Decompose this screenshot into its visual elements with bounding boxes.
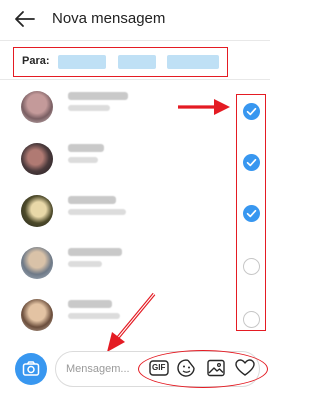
avatar xyxy=(21,91,53,123)
contact-username-redacted xyxy=(68,105,110,111)
recipients-highlight-box: Para: xyxy=(13,47,228,77)
sticker-icon xyxy=(177,359,195,377)
avatar xyxy=(21,247,53,279)
page-title: Nova mensagem xyxy=(52,10,166,27)
recipients-row: Para: xyxy=(0,40,270,80)
contact-username-redacted xyxy=(68,313,120,319)
avatar xyxy=(21,143,53,175)
contact-row[interactable] xyxy=(0,292,235,344)
back-button[interactable] xyxy=(12,7,38,31)
gif-label: GIF xyxy=(152,363,166,372)
checkmark-icon xyxy=(246,158,257,167)
contact-name-redacted xyxy=(68,144,104,152)
checkmark-icon xyxy=(246,107,257,116)
arrow-left-icon xyxy=(15,11,35,27)
contact-row[interactable] xyxy=(0,240,235,292)
contact-row[interactable] xyxy=(0,136,235,188)
app-header: Nova mensagem xyxy=(0,0,270,38)
gallery-button[interactable] xyxy=(206,359,226,377)
like-button[interactable] xyxy=(235,359,255,377)
contact-name-redacted xyxy=(68,92,128,100)
gallery-icon xyxy=(207,359,225,377)
contact-username-redacted xyxy=(68,261,102,267)
recipients-label: Para: xyxy=(22,55,50,67)
contact-row[interactable] xyxy=(0,188,235,240)
contact-name-redacted xyxy=(68,248,122,256)
recipient-chip[interactable] xyxy=(58,55,106,69)
recipient-chip[interactable] xyxy=(118,55,156,69)
camera-button[interactable] xyxy=(15,353,47,385)
select-checkbox[interactable] xyxy=(243,103,260,120)
heart-icon xyxy=(235,359,255,376)
gif-button[interactable]: GIF xyxy=(149,359,169,377)
message-placeholder: Mensagem... xyxy=(66,363,130,375)
avatar xyxy=(21,299,53,331)
contact-name-redacted xyxy=(68,196,116,204)
select-checkbox[interactable] xyxy=(243,311,260,328)
contact-username-redacted xyxy=(68,209,126,215)
recipient-chip[interactable] xyxy=(167,55,219,69)
message-composer: Mensagem... GIF xyxy=(0,345,270,400)
select-checkbox[interactable] xyxy=(243,154,260,171)
sticker-button[interactable] xyxy=(177,359,197,377)
avatar xyxy=(21,195,53,227)
select-checkbox[interactable] xyxy=(243,205,260,222)
contact-name-redacted xyxy=(68,300,112,308)
camera-icon xyxy=(22,361,40,376)
checkmark-icon xyxy=(246,209,257,218)
contact-username-redacted xyxy=(68,157,98,163)
contact-row[interactable] xyxy=(0,84,235,136)
select-checkbox[interactable] xyxy=(243,258,260,275)
